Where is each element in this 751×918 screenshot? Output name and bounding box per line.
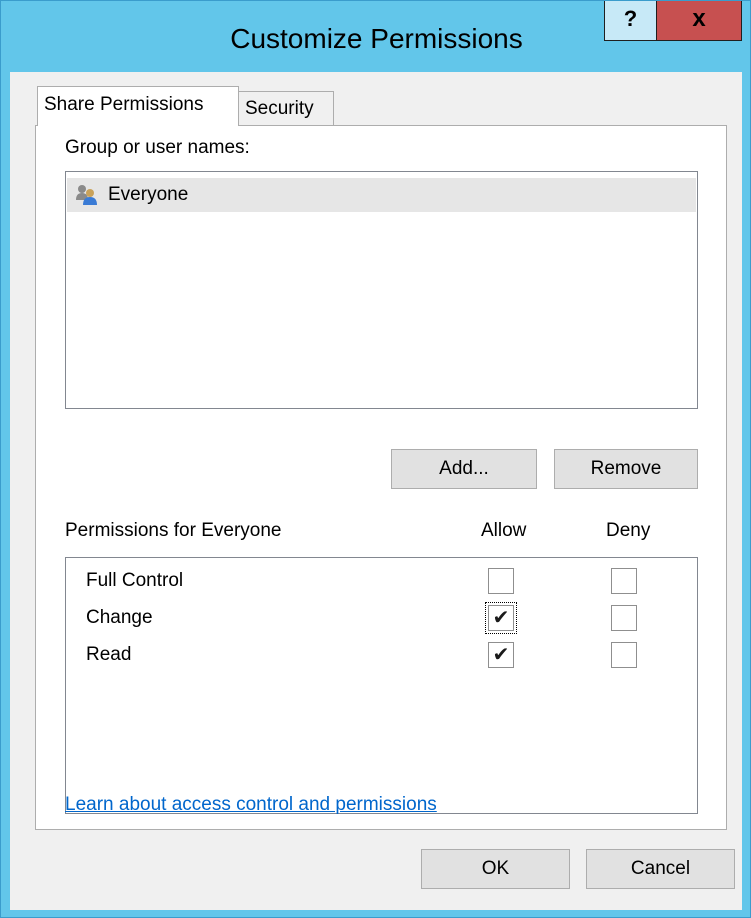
- add-button[interactable]: Add...: [391, 449, 537, 489]
- allow-full-control-checkbox[interactable]: [488, 568, 514, 594]
- permission-name: Read: [86, 644, 132, 665]
- permissions-header: Permissions for Everyone: [65, 520, 282, 541]
- deny-full-control-checkbox[interactable]: [611, 568, 637, 594]
- permission-name: Change: [86, 607, 153, 628]
- allow-column-header: Allow: [481, 520, 527, 541]
- close-button[interactable]: x: [657, 1, 742, 41]
- learn-more-link[interactable]: Learn about access control and permissio…: [65, 794, 437, 816]
- permissions-list: Full Control Change ✔ Read ✔: [65, 557, 698, 814]
- title-bar[interactable]: Customize Permissions ? x: [1, 1, 751, 71]
- group-user-list[interactable]: Everyone: [65, 171, 698, 409]
- permission-row-full-control: Full Control: [66, 566, 697, 600]
- deny-change-checkbox[interactable]: [611, 605, 637, 631]
- dialog-window: Customize Permissions ? x Share Permissi…: [0, 0, 751, 918]
- remove-button[interactable]: Remove: [554, 449, 698, 489]
- deny-column-header: Deny: [606, 520, 651, 541]
- allow-read-checkbox[interactable]: ✔: [488, 642, 514, 668]
- ok-button[interactable]: OK: [421, 849, 570, 889]
- tab-share-permissions[interactable]: Share Permissions: [37, 86, 239, 126]
- permission-row-read: Read ✔: [66, 640, 697, 674]
- cancel-button[interactable]: Cancel: [586, 849, 735, 889]
- deny-read-checkbox[interactable]: [611, 642, 637, 668]
- list-item-label: Everyone: [108, 184, 189, 205]
- permission-row-change: Change ✔: [66, 602, 697, 637]
- help-button[interactable]: ?: [604, 1, 657, 41]
- group-names-label: Group or user names:: [65, 137, 250, 158]
- list-item[interactable]: Everyone: [67, 178, 696, 212]
- allow-change-checkbox[interactable]: ✔: [485, 602, 517, 634]
- permission-name: Full Control: [86, 570, 184, 591]
- tab-security[interactable]: Security: [238, 91, 334, 127]
- tab-page: Group or user names: Everyone Add... Rem…: [35, 125, 727, 830]
- dialog-client-area: Share Permissions Security Group or user…: [10, 72, 742, 910]
- users-icon: [75, 184, 99, 206]
